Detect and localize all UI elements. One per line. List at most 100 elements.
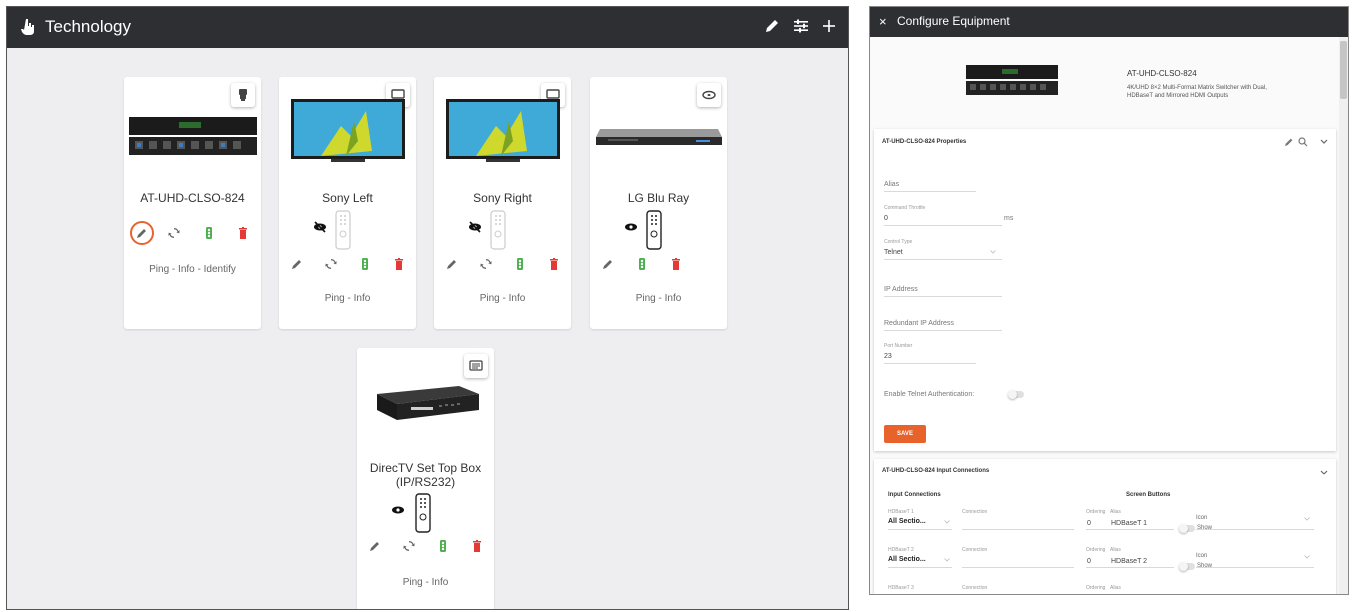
command-throttle-value[interactable]: 0 [884,215,888,222]
icon-select[interactable]: Icon [1196,515,1207,521]
visibility-icon[interactable] [391,503,405,517]
delete-icon[interactable] [470,539,484,553]
refresh-icon[interactable] [167,226,181,240]
edit-icon[interactable] [368,539,382,553]
icon-underline [1196,529,1314,530]
scrollbar-thumb[interactable] [1340,41,1347,99]
refresh-icon[interactable] [402,539,416,553]
visibility-off-icon[interactable] [468,220,482,234]
remote-control-icon[interactable] [646,210,662,250]
tune-icon[interactable] [793,18,811,36]
section-select[interactable]: All Sectio... [888,518,926,525]
chevron-down-icon[interactable] [944,520,950,524]
ip-address-label: IP Address [884,286,918,293]
technology-panel: Technology AT-UHD-CLSO-824 Ping - Info -… [6,6,849,610]
remote-control-icon[interactable] [335,210,351,250]
toggle-knob [1179,562,1188,571]
section-select[interactable]: All Sectio... [888,556,926,563]
control-type-underline [884,259,1002,260]
card-footer-links[interactable]: Ping - Info - Identify [124,264,261,275]
traffic-light-icon[interactable] [202,226,216,240]
chevron-down-icon[interactable] [944,558,950,562]
edit-icon[interactable] [290,257,304,271]
hand-pointer-icon [21,18,35,36]
chevron-down-icon[interactable] [1320,139,1328,145]
chevron-down-icon[interactable] [1320,470,1328,476]
connection-label: Connection [962,509,988,515]
alias-input[interactable] [884,191,976,192]
edit-icon[interactable] [601,257,615,271]
traffic-light-icon[interactable] [635,257,649,271]
remote-control-icon[interactable] [415,493,431,533]
visibility-off-icon[interactable] [313,220,327,234]
alias-label: Alias [884,181,900,188]
message-icon [469,360,483,372]
ip-address-input[interactable] [884,296,1002,297]
edit-icon[interactable] [445,257,459,271]
delete-icon[interactable] [669,257,683,271]
add-icon[interactable] [821,18,839,36]
equipment-name: Sony Left [322,191,373,205]
traffic-light-icon[interactable] [358,257,372,271]
alias-value[interactable]: HDBaseT 2 [1111,558,1147,565]
ordering-alias-underline [1086,529,1174,530]
input-name: HDBaseT 1 [888,509,914,515]
equipment-name: LG Blu Ray [627,191,690,205]
card-footer-links[interactable]: Ping - Info [434,293,571,304]
edit-icon[interactable] [135,226,149,240]
equipment-card-sony-left[interactable]: Sony Left Ping - Info [279,77,416,329]
equipment-card-directv[interactable]: DirecTV Set Top Box (IP/RS232) Ping - In… [357,348,494,609]
edit-icon[interactable] [1284,137,1294,147]
chevron-down-icon[interactable] [990,250,996,254]
remote-control-icon[interactable] [490,210,506,250]
command-throttle-input[interactable] [884,225,1002,226]
scrollbar[interactable] [1339,37,1348,594]
device-thumbnail [966,65,1058,97]
ordering-value[interactable]: 0 [1087,520,1091,527]
equipment-card-matrix-switcher[interactable]: AT-UHD-CLSO-824 Ping - Info - Identify [124,77,261,329]
ordering-label: Ordering [1086,547,1106,553]
port-number-label: Port Number [884,343,913,349]
card-footer-links[interactable]: Ping - Info [590,293,727,304]
equipment-card-lg-blu-ray[interactable]: LG Blu Ray Ping - Info [590,77,727,329]
page-title: Technology [45,17,132,36]
section-underline [888,529,952,530]
close-icon[interactable]: × [879,14,887,29]
input-name: HDBaseT 2 [888,547,914,553]
delete-icon[interactable] [392,257,406,271]
save-button[interactable]: SAVE [884,425,926,443]
alias-value[interactable]: HDBaseT 1 [1111,520,1147,527]
tv-image [291,99,405,163]
ordering-alias-underline [1086,567,1174,568]
show-toggle[interactable] [1179,562,1195,571]
connection-label: Connection [962,547,988,553]
port-number-input[interactable] [884,363,976,364]
connection-label: Connection [962,585,988,591]
set-top-box-image [371,380,481,426]
control-type-select[interactable]: Telnet [884,249,903,256]
equipment-card-sony-right[interactable]: Sony Right Ping - Info [434,77,571,329]
card-footer-links[interactable]: Ping - Info [357,577,494,588]
chevron-down-icon[interactable] [1304,555,1310,559]
connection-input[interactable] [962,529,1074,530]
telnet-auth-toggle[interactable] [1008,390,1024,399]
connection-input[interactable] [962,567,1074,568]
icon-select[interactable]: Icon [1196,553,1207,559]
delete-icon[interactable] [547,257,561,271]
search-icon[interactable] [1298,137,1308,147]
ordering-value[interactable]: 0 [1087,558,1091,565]
show-toggle[interactable] [1179,524,1195,533]
visibility-icon[interactable] [624,220,638,234]
traffic-light-icon[interactable] [513,257,527,271]
delete-icon[interactable] [236,226,250,240]
card-footer-links[interactable]: Ping - Info [279,293,416,304]
edit-icon[interactable] [764,18,782,36]
throttle-unit: ms [1004,215,1014,222]
refresh-icon[interactable] [324,257,338,271]
port-number-value[interactable]: 23 [884,353,892,360]
redundant-ip-input[interactable] [884,330,1002,331]
section-underline [888,567,952,568]
chevron-down-icon[interactable] [1304,517,1310,521]
traffic-light-icon[interactable] [436,539,450,553]
refresh-icon[interactable] [479,257,493,271]
